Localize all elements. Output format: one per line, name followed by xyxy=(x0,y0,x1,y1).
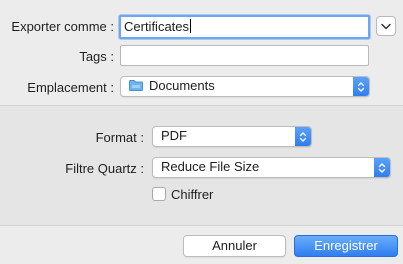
save-button[interactable]: Enregistrer xyxy=(294,235,398,257)
export-name-value: Certificates xyxy=(124,19,190,34)
format-value: PDF xyxy=(161,128,187,143)
quartz-filter-value: Reduce File Size xyxy=(161,159,260,174)
location-label: Emplacement : xyxy=(27,80,114,95)
encrypt-label[interactable]: Chiffrer xyxy=(171,187,213,202)
chevron-down-icon xyxy=(381,23,391,29)
text-caret xyxy=(190,19,192,33)
popup-stepper xyxy=(353,77,369,96)
format-popup[interactable]: PDF xyxy=(152,126,312,147)
cancel-button[interactable]: Annuler xyxy=(183,235,286,257)
expand-dialog-button[interactable] xyxy=(376,16,396,36)
location-popup[interactable]: Documents xyxy=(120,76,370,97)
format-label: Format : xyxy=(95,130,144,145)
updown-chevrons-icon xyxy=(357,81,365,92)
encrypt-checkbox[interactable] xyxy=(152,187,166,201)
divider xyxy=(0,225,403,226)
popup-stepper xyxy=(374,158,390,177)
updown-chevrons-icon xyxy=(299,131,307,142)
export-name-label: Exporter comme : xyxy=(11,19,114,34)
quartz-filter-popup[interactable]: Reduce File Size xyxy=(152,157,391,178)
popup-stepper xyxy=(295,127,311,146)
export-name-field[interactable]: Certificates xyxy=(119,15,370,39)
tags-label: Tags : xyxy=(79,49,114,64)
tags-field[interactable] xyxy=(120,45,369,66)
updown-chevrons-icon xyxy=(378,162,386,173)
quartz-filter-label: Filtre Quartz : xyxy=(65,161,144,176)
location-value: Documents xyxy=(149,78,215,93)
folder-icon xyxy=(129,78,143,91)
